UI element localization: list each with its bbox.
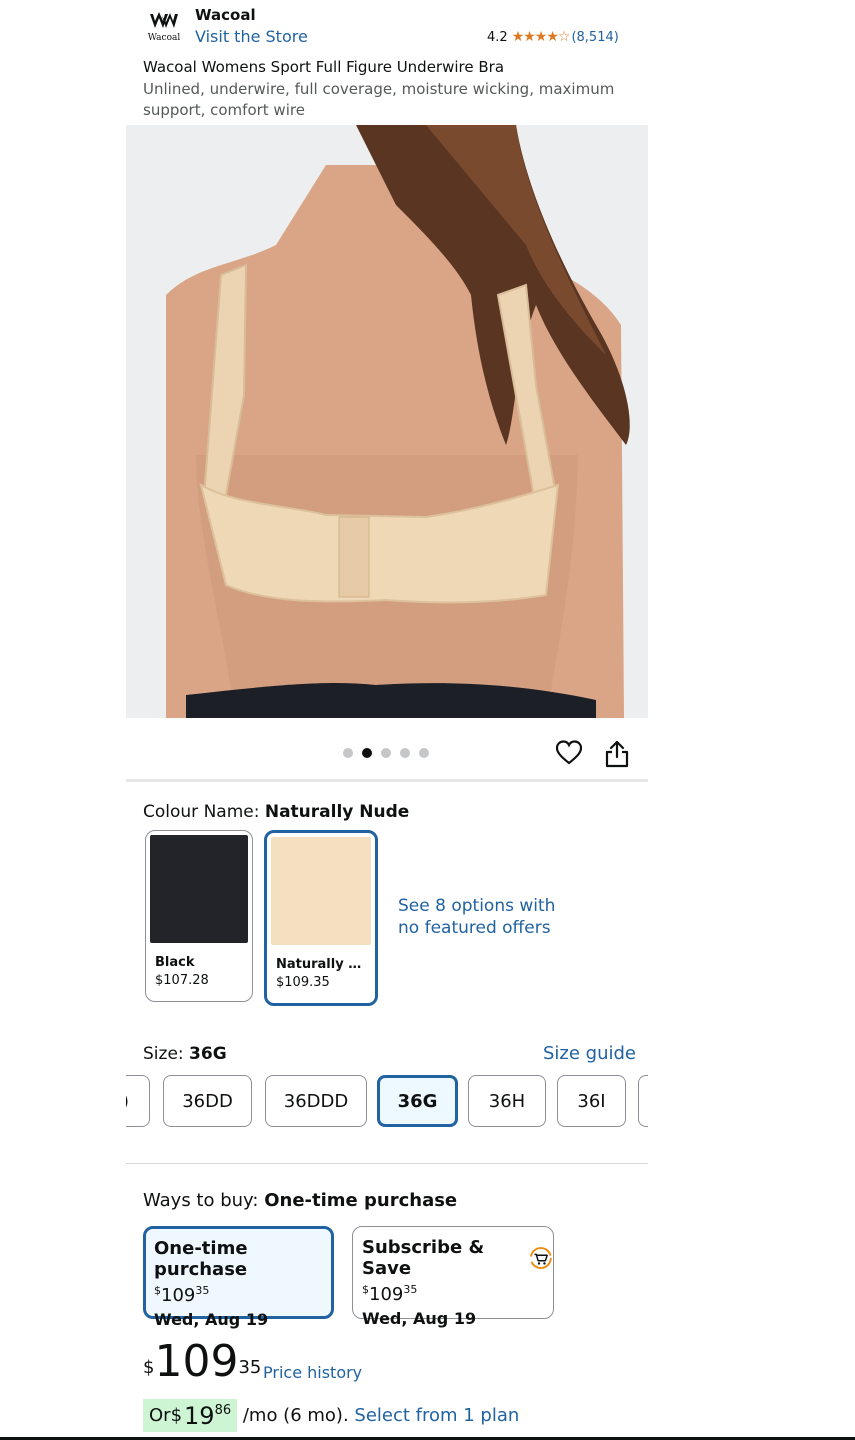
divider (126, 1163, 648, 1164)
brand-name: Wacoal (195, 6, 256, 24)
swatch-name: Black (155, 955, 195, 970)
buy-option-title: Subscribe & Save (362, 1237, 485, 1279)
buy-option-title-row: Subscribe & Save (362, 1237, 553, 1279)
visit-store-link[interactable]: Visit the Store (195, 27, 308, 46)
select-plan-link[interactable]: Select from 1 plan (354, 1405, 519, 1426)
installment-offer: Or $19 86 /mo (6 mo). Select from 1 plan (143, 1399, 519, 1432)
product-subtitle: Unlined, underwire, full coverage, moist… (143, 80, 615, 119)
share-icon[interactable] (605, 740, 629, 768)
price-symbol: $ (143, 1357, 155, 1378)
ways-label-text: Ways to buy: (143, 1190, 259, 1211)
size-option-partial[interactable] (638, 1075, 648, 1127)
price-whole: 109 (154, 1336, 239, 1387)
size-option-36i[interactable]: 36I (557, 1075, 626, 1127)
product-image[interactable] (126, 125, 648, 718)
carousel-dot[interactable] (419, 748, 429, 758)
swatch-price: $109.35 (276, 975, 330, 990)
size-option-36dd[interactable]: 36DD (163, 1075, 252, 1127)
swatch-price: $107.28 (155, 973, 209, 988)
swatch-name: Naturally N... (276, 957, 366, 972)
colour-label: Colour Name: Naturally Nude (143, 802, 409, 822)
swatch-image (150, 835, 248, 943)
carousel-dot[interactable] (343, 748, 353, 758)
buy-option-price: $10935 (362, 1283, 418, 1305)
installment-amount: Or $19 86 (143, 1399, 238, 1432)
carousel-dot[interactable] (381, 748, 391, 758)
colour-label-text: Colour Name: (143, 802, 260, 822)
ways-to-buy-label: Ways to buy: One-time purchase (143, 1190, 457, 1211)
size-option-36g[interactable]: 36G (377, 1075, 458, 1127)
buy-option-date: Wed, Aug 19 (154, 1310, 269, 1329)
price-history-link[interactable]: Price history (263, 1363, 362, 1382)
price-fraction: 35 (238, 1357, 262, 1378)
buy-option-price: $10935 (154, 1284, 210, 1306)
heart-icon[interactable] (556, 740, 582, 766)
price: $10935 (143, 1337, 261, 1387)
colour-swatch-naturally-nude[interactable]: Naturally N... $109.35 (264, 830, 378, 1006)
image-carousel-dots[interactable] (343, 748, 429, 758)
size-selected-value: 36G (189, 1044, 227, 1064)
swatch-image (271, 837, 371, 945)
rating[interactable]: 4.2 ★★★★☆ (8,514) (487, 29, 619, 45)
product-title: Wacoal Womens Sport Full Figure Underwir… (143, 58, 505, 76)
see-options-link[interactable]: See 8 options with no featured offers (398, 895, 568, 939)
colour-swatch-black[interactable]: Black $107.28 (145, 830, 253, 1002)
buy-option-title: One-time purchase (154, 1238, 248, 1280)
carousel-dot-active[interactable] (362, 748, 372, 758)
buy-option-date: Wed, Aug 19 (362, 1309, 477, 1328)
subscribe-cart-icon (530, 1247, 553, 1269)
size-option-36h[interactable]: 36H (468, 1075, 546, 1127)
logo-text: Wacoal (148, 33, 181, 43)
wacoal-logo[interactable]: Wacoal (144, 8, 184, 44)
rating-stars-icon: ★★★★☆ (511, 29, 571, 45)
one-time-purchase-option[interactable]: One-time purchase $10935 Wed, Aug 19 (143, 1226, 334, 1329)
carousel-dot[interactable] (400, 748, 410, 758)
size-selector[interactable]: ) 36DD 36DDD 36G 36H 36I (126, 1074, 648, 1130)
size-guide-link[interactable]: Size guide (543, 1043, 636, 1064)
size-label-text: Size: (143, 1044, 184, 1064)
installment-terms: /mo (6 mo). (237, 1405, 355, 1426)
divider (126, 779, 648, 782)
ways-selected-value: One-time purchase (264, 1190, 458, 1211)
size-label: Size: 36G (143, 1044, 227, 1064)
size-option-partial[interactable]: ) (126, 1075, 150, 1127)
colour-selected-value: Naturally Nude (264, 802, 410, 822)
rating-value: 4.2 (487, 29, 508, 45)
size-option-36ddd[interactable]: 36DDD (265, 1075, 367, 1127)
subscribe-save-option[interactable]: Subscribe & Save $10935 Wed, Aug 19 (352, 1226, 554, 1328)
rating-count-link[interactable]: (8,514) (571, 30, 618, 45)
